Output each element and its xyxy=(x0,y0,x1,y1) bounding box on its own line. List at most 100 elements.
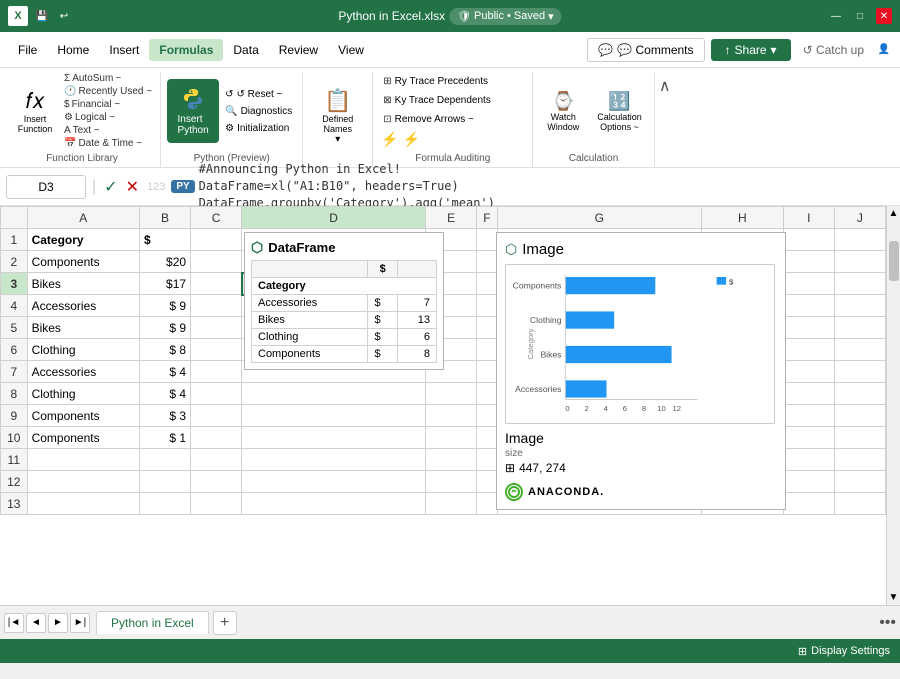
cell-e8[interactable] xyxy=(426,383,477,405)
col-header-f[interactable]: F xyxy=(477,207,497,229)
undo-icon[interactable]: ↩ xyxy=(56,8,72,24)
cell-c13[interactable] xyxy=(191,493,242,515)
cell-e9[interactable] xyxy=(426,405,477,427)
calc-options-button[interactable]: 🔢 CalculationOptions ~ xyxy=(591,87,648,136)
cell-c10[interactable] xyxy=(191,427,242,449)
menu-review[interactable]: Review xyxy=(269,39,328,61)
diagnostics-button[interactable]: 🔍 Diagnostics xyxy=(221,104,296,119)
formula-eval-icon[interactable]: ⚡ xyxy=(403,131,420,148)
cell-c11[interactable] xyxy=(191,449,242,471)
col-header-i[interactable]: I xyxy=(783,207,834,229)
cell-i2[interactable] xyxy=(783,251,834,273)
ribbon-collapse[interactable]: ∧ xyxy=(655,72,675,167)
cell-j3[interactable] xyxy=(834,273,885,295)
cell-b10[interactable]: $ 1 xyxy=(139,427,190,449)
cell-a11[interactable] xyxy=(27,449,139,471)
share-button[interactable]: ↑ Share ▾ xyxy=(711,39,791,61)
scroll-down-button[interactable]: ▼ xyxy=(887,590,900,605)
col-header-h[interactable]: H xyxy=(702,207,784,229)
cell-b2[interactable]: $20 xyxy=(139,251,190,273)
insert-function-button[interactable]: 𝑓𝑥 InsertFunction xyxy=(10,84,60,138)
cell-j6[interactable] xyxy=(834,339,885,361)
cell-d8[interactable] xyxy=(242,383,426,405)
cell-b3[interactable]: $17 xyxy=(139,273,190,295)
cell-c3[interactable] xyxy=(191,273,242,295)
tab-next-button[interactable]: ► xyxy=(48,613,68,633)
tab-first-button[interactable]: |◄ xyxy=(4,613,24,633)
cell-a3[interactable]: Bikes xyxy=(27,273,139,295)
vertical-scrollbar[interactable]: ▲ ▼ xyxy=(886,206,900,605)
cell-j4[interactable] xyxy=(834,295,885,317)
col-header-d[interactable]: D xyxy=(242,207,426,229)
insert-python-button[interactable]: InsertPython xyxy=(167,79,219,143)
logical-button[interactable]: ⚙ Logical ~ xyxy=(62,111,154,124)
cell-c7[interactable] xyxy=(191,361,242,383)
scroll-thumb[interactable] xyxy=(889,241,899,281)
cell-a8[interactable]: Clothing xyxy=(27,383,139,405)
menu-view[interactable]: View xyxy=(328,39,374,61)
cell-j10[interactable] xyxy=(834,427,885,449)
cell-i11[interactable] xyxy=(783,449,834,471)
cell-d12[interactable] xyxy=(242,471,426,493)
col-header-a[interactable]: A xyxy=(27,207,139,229)
cell-b6[interactable]: $ 8 xyxy=(139,339,190,361)
recently-used-button[interactable]: 🕐 Recently Used ~ xyxy=(62,85,154,98)
comments-button[interactable]: 💬 💬 Comments xyxy=(587,38,704,62)
menu-home[interactable]: Home xyxy=(47,39,99,61)
cell-c12[interactable] xyxy=(191,471,242,493)
cancel-icon[interactable]: ✕ xyxy=(124,177,141,197)
cell-a10[interactable]: Components xyxy=(27,427,139,449)
cell-i6[interactable] xyxy=(783,339,834,361)
close-button[interactable]: ✕ xyxy=(876,8,892,24)
cell-b4[interactable]: $ 9 xyxy=(139,295,190,317)
cell-b8[interactable]: $ 4 xyxy=(139,383,190,405)
cell-d10[interactable] xyxy=(242,427,426,449)
cell-j8[interactable] xyxy=(834,383,885,405)
reset-button[interactable]: ↺ ↺ Reset ~ xyxy=(221,87,296,102)
remove-arrows-button[interactable]: ⊡ Remove Arrows ~ xyxy=(379,112,478,127)
account-icon[interactable]: 👤 xyxy=(876,42,892,58)
cell-c8[interactable] xyxy=(191,383,242,405)
add-sheet-button[interactable]: + xyxy=(213,611,237,635)
cell-e13[interactable] xyxy=(426,493,477,515)
cell-e10[interactable] xyxy=(426,427,477,449)
public-badge[interactable]: 🛡 Public • Saved ▾ xyxy=(449,8,562,25)
cell-a9[interactable]: Components xyxy=(27,405,139,427)
cell-c9[interactable] xyxy=(191,405,242,427)
check-icon[interactable]: ✓ xyxy=(102,177,119,197)
cell-j12[interactable] xyxy=(834,471,885,493)
catchup-button[interactable]: ↺ Catch up xyxy=(797,39,870,61)
scroll-up-button[interactable]: ▲ xyxy=(887,206,900,221)
cell-a4[interactable]: Accessories xyxy=(27,295,139,317)
cell-a6[interactable]: Clothing xyxy=(27,339,139,361)
col-header-j[interactable]: J xyxy=(834,207,885,229)
cell-i13[interactable] xyxy=(783,493,834,515)
col-header-e[interactable]: E xyxy=(426,207,477,229)
watch-window-button[interactable]: ⌚ WatchWindow xyxy=(539,87,587,136)
formula-123-icon[interactable]: 123 xyxy=(145,181,167,193)
cell-b9[interactable]: $ 3 xyxy=(139,405,190,427)
defined-names-button[interactable]: 📋 DefinedNames ▾ xyxy=(314,84,361,149)
trace-precedents-button[interactable]: ⊞ Ry Trace Precedents xyxy=(379,74,492,89)
cell-i8[interactable] xyxy=(783,383,834,405)
cell-b7[interactable]: $ 4 xyxy=(139,361,190,383)
cell-i3[interactable] xyxy=(783,273,834,295)
cell-e11[interactable] xyxy=(426,449,477,471)
cell-c6[interactable] xyxy=(191,339,242,361)
cell-i10[interactable] xyxy=(783,427,834,449)
sheet-tab-python-excel[interactable]: Python in Excel xyxy=(96,611,209,634)
cell-b5[interactable]: $ 9 xyxy=(139,317,190,339)
col-header-g[interactable]: G xyxy=(497,207,701,229)
autosum-button[interactable]: Σ AutoSum ~ xyxy=(62,72,154,85)
cell-a12[interactable] xyxy=(27,471,139,493)
cell-d11[interactable] xyxy=(242,449,426,471)
menu-insert[interactable]: Insert xyxy=(99,39,149,61)
menu-data[interactable]: Data xyxy=(223,39,268,61)
cell-reference-box[interactable] xyxy=(6,175,86,199)
trace-dependents-button[interactable]: ⊠ Ky Trace Dependents xyxy=(379,93,495,108)
minimize-button[interactable]: — xyxy=(828,8,844,24)
cell-j2[interactable] xyxy=(834,251,885,273)
cell-b13[interactable] xyxy=(139,493,190,515)
cell-b1[interactable]: $ xyxy=(139,229,190,251)
menu-file[interactable]: File xyxy=(8,39,47,61)
